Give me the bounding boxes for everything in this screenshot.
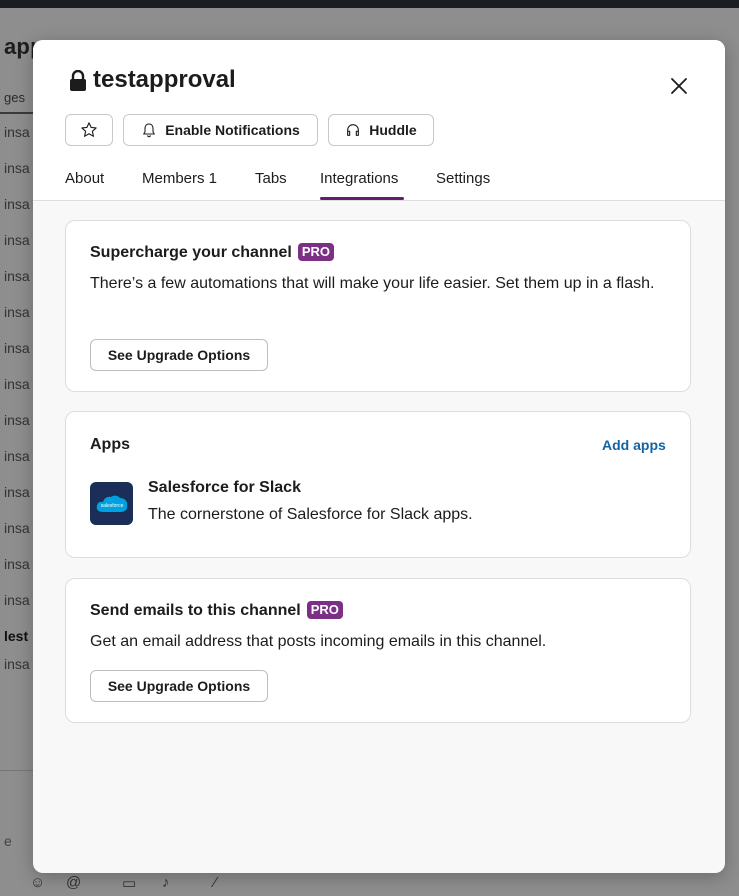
background-message-row: insa <box>4 196 30 212</box>
tab-tabs[interactable]: Tabs <box>255 170 287 187</box>
supercharge-title: Supercharge your channel PRO <box>90 243 335 262</box>
huddle-label: Huddle <box>369 122 417 138</box>
supercharge-description: There’s a few automations that will make… <box>90 275 655 292</box>
supercharge-title-text: Supercharge your channel <box>90 244 292 261</box>
lock-icon <box>70 70 86 91</box>
background-message-row: insa <box>4 520 30 536</box>
email-title-text: Send emails to this channel <box>90 602 301 619</box>
background-message-row: insa <box>4 484 30 500</box>
modal-header: testapproval Enable Notifications Huddle… <box>33 40 725 201</box>
close-icon[interactable] <box>667 74 691 98</box>
mic-icon: ♪ <box>162 874 170 891</box>
pro-badge: PRO <box>306 601 343 619</box>
app-top-bar <box>0 0 739 8</box>
bell-icon <box>143 123 156 138</box>
tab-members[interactable]: Members 1 <box>142 170 217 187</box>
supercharge-card: Supercharge your channel PRO There’s a fe… <box>65 220 691 392</box>
background-message-row: insa <box>4 160 30 176</box>
background-sender-name: lest <box>4 628 29 644</box>
background-message-row: insa <box>4 304 30 320</box>
salesforce-logo-text: salesforce <box>100 503 123 509</box>
huddle-button[interactable]: Huddle <box>328 114 434 146</box>
email-description: Get an email address that posts incoming… <box>90 633 547 650</box>
apps-title: Apps <box>90 436 130 453</box>
email-title: Send emails to this channel PRO <box>90 601 343 620</box>
background-message-row: insa <box>4 448 30 464</box>
background-message-row: insa <box>4 340 30 356</box>
tab-settings[interactable]: Settings <box>436 170 490 187</box>
modal-tabs: About Members 1 Tabs Integrations Settin… <box>33 170 725 200</box>
tab-about[interactable]: About <box>65 170 104 187</box>
background-message-row: insa <box>4 268 30 284</box>
salesforce-logo[interactable]: salesforce <box>90 482 133 525</box>
see-upgrade-options-button[interactable]: See Upgrade Options <box>90 339 268 371</box>
background-tab-label: ges <box>4 90 25 105</box>
app-name[interactable]: Salesforce for Slack <box>148 479 301 497</box>
background-divider <box>0 770 34 771</box>
add-apps-link[interactable]: Add apps <box>602 437 666 453</box>
enable-notifications-label: Enable Notifications <box>165 122 300 138</box>
star-icon <box>81 122 97 137</box>
pro-badge: PRO <box>297 243 335 261</box>
star-channel-button[interactable] <box>65 114 113 146</box>
video-icon: ▭ <box>122 875 137 892</box>
background-message-row: insa <box>4 556 30 572</box>
app-description: The cornerstone of Salesforce for Slack … <box>148 506 473 523</box>
background-message-row: insa <box>4 592 30 608</box>
channel-name: testapproval <box>93 66 236 93</box>
background-message-row: insa <box>4 656 30 672</box>
enable-notifications-button[interactable]: Enable Notifications <box>123 114 318 146</box>
see-upgrade-options-button[interactable]: See Upgrade Options <box>90 670 268 702</box>
active-tab-indicator <box>320 197 404 200</box>
slash-command-icon: ⁄ <box>214 874 217 891</box>
background-message-row: insa <box>4 412 30 428</box>
email-card: Send emails to this channel PRO Get an em… <box>65 578 691 723</box>
background-message-row: insa <box>4 376 30 392</box>
background-message-input: e <box>4 833 12 849</box>
apps-card: Apps Add apps salesforce Salesforce for … <box>65 411 691 558</box>
background-message-row: insa <box>4 124 30 140</box>
mention-icon: @ <box>66 874 82 891</box>
tab-integrations[interactable]: Integrations <box>320 170 398 187</box>
salesforce-cloud-icon: salesforce <box>96 495 127 512</box>
background-tab-underline <box>0 112 34 114</box>
channel-details-modal: testapproval Enable Notifications Huddle… <box>33 40 725 873</box>
headphones-icon <box>347 124 360 136</box>
background-message-row: insa <box>4 232 30 248</box>
emoji-icon: ☺ <box>30 874 46 891</box>
